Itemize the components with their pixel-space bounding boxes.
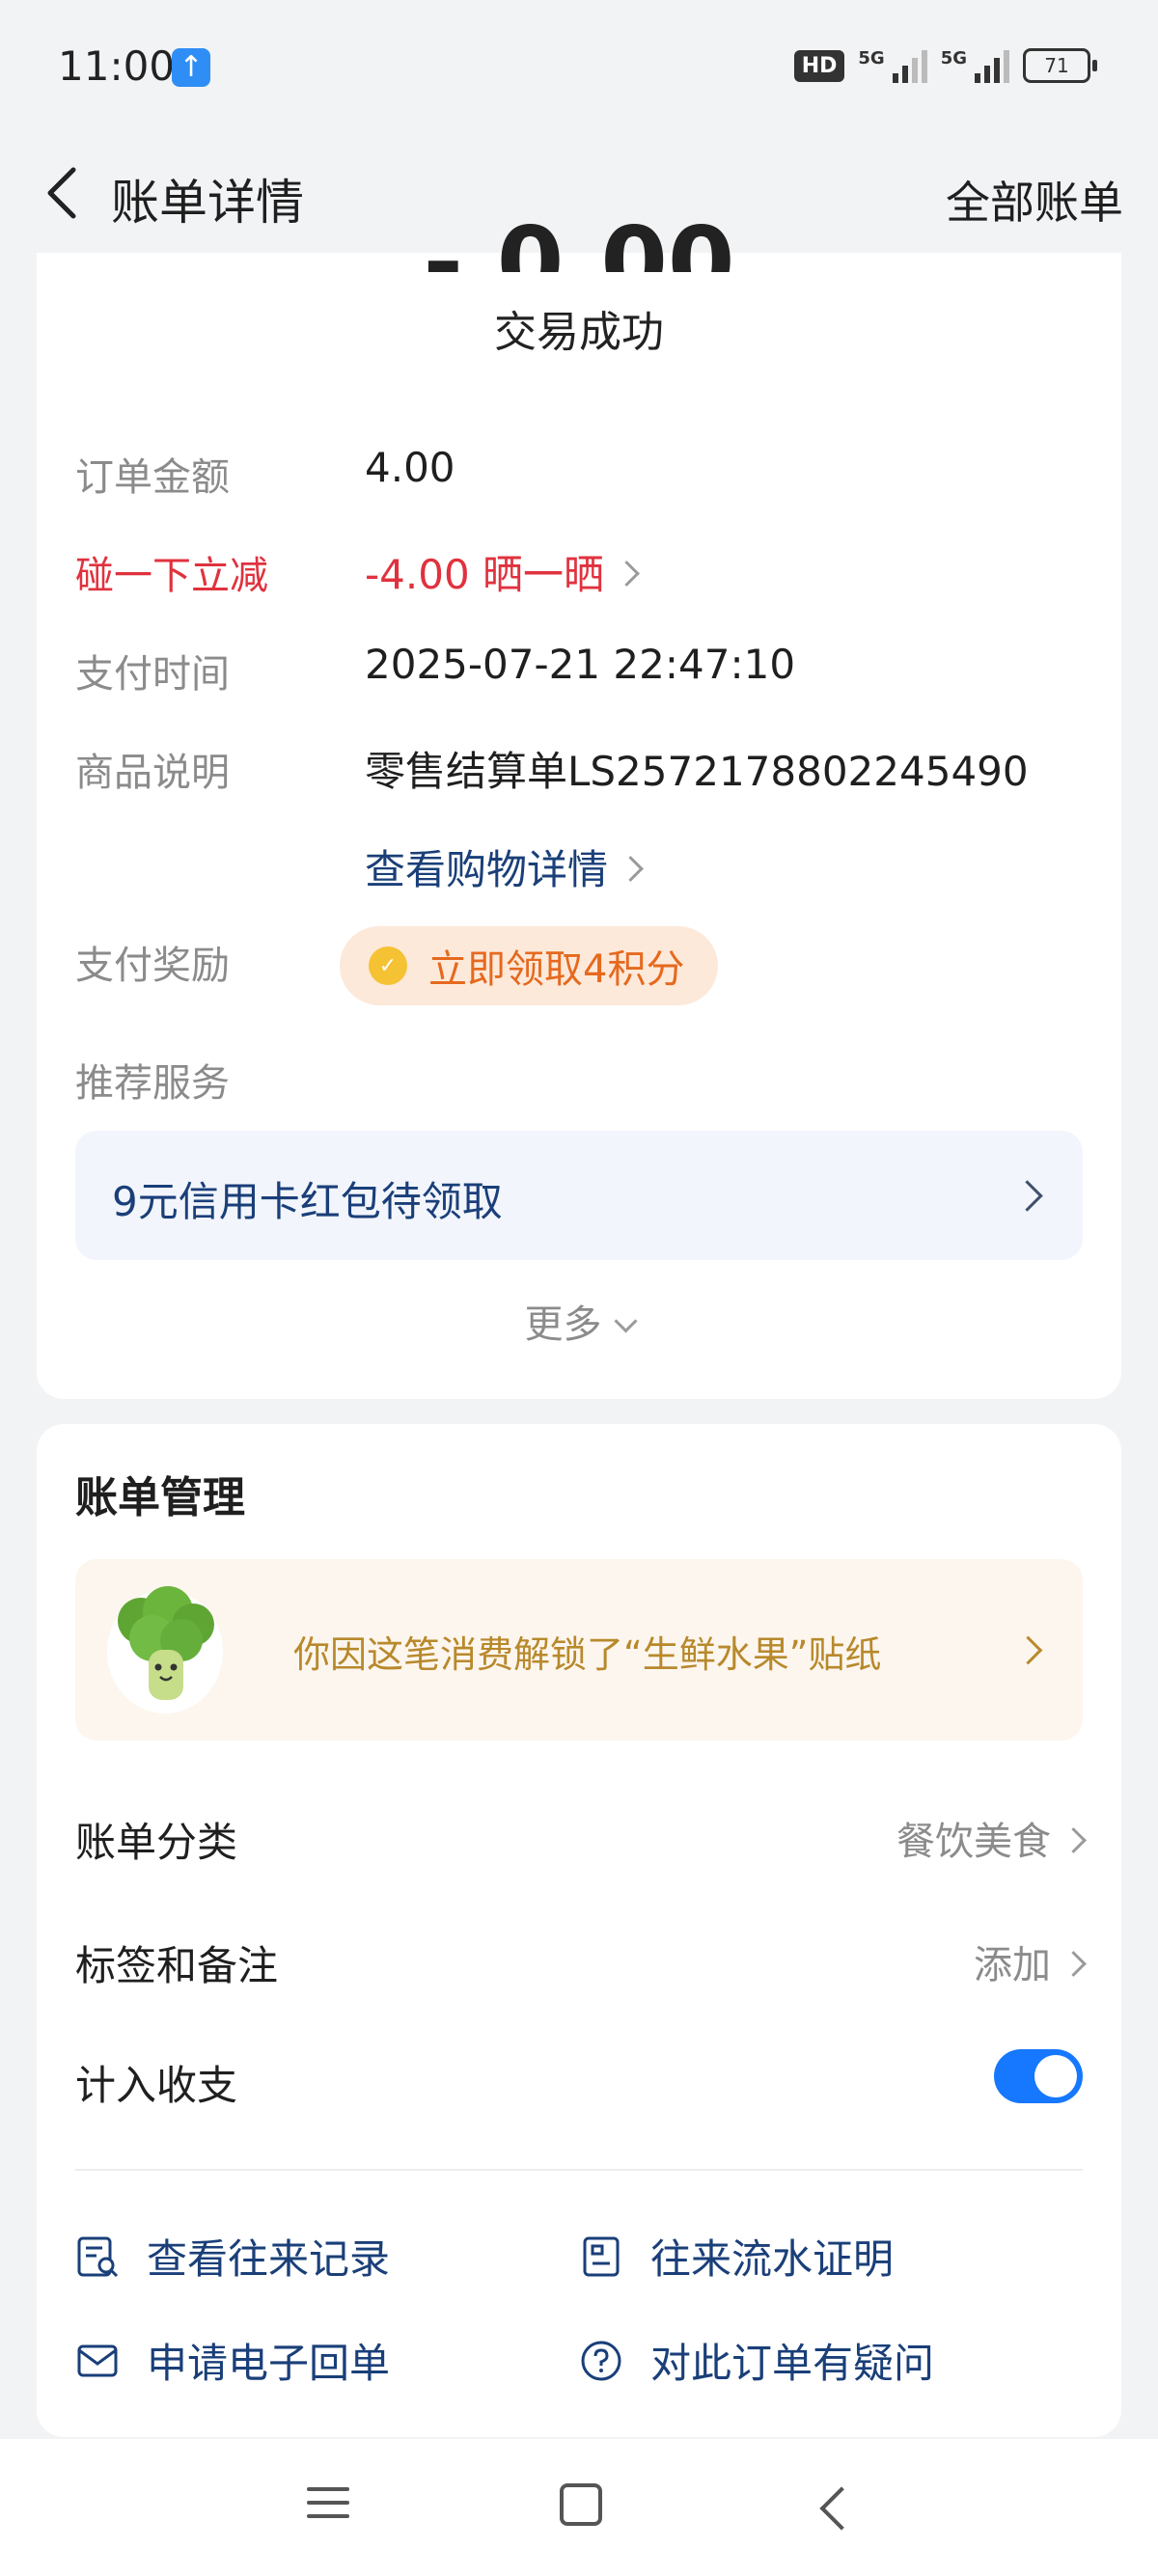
order-amount-label: 订单金额 bbox=[75, 455, 230, 500]
order-question-button[interactable]: 对此订单有疑问 bbox=[579, 2331, 934, 2390]
chevron-right-icon bbox=[618, 856, 644, 882]
discount-label: 碰一下立减 bbox=[75, 554, 268, 598]
discount-value: -4.00 晒一晒 bbox=[365, 551, 605, 598]
order-question-label: 对此订单有疑问 bbox=[650, 2340, 935, 2387]
tags-notes-value: 添加 bbox=[974, 1943, 1051, 1987]
sticker-message: 你因这笔消费解锁了“生鲜水果”贴纸 bbox=[293, 1633, 882, 1676]
chevron-right-icon bbox=[1013, 1635, 1043, 1665]
shopping-detail-label: 查看购物详情 bbox=[365, 846, 609, 893]
status-bar: 11:00 ↑ HD 5G 5G 71 bbox=[0, 0, 1158, 135]
statement-proof-label: 往来流水证明 bbox=[650, 2235, 895, 2283]
chevron-right-icon bbox=[1061, 1826, 1087, 1853]
broccoli-sticker-icon bbox=[107, 1586, 223, 1713]
view-history-label: 查看往来记录 bbox=[147, 2235, 391, 2283]
chevron-left-icon bbox=[47, 167, 76, 219]
reward-label: 支付奖励 bbox=[75, 944, 230, 988]
count-in-label: 计入收支 bbox=[75, 2062, 238, 2109]
sticker-banner[interactable]: 你因这笔消费解锁了“生鲜水果”贴纸 bbox=[75, 1559, 1083, 1740]
menu-icon[interactable] bbox=[307, 2487, 349, 2528]
shopping-detail-link[interactable]: 查看购物详情 bbox=[365, 837, 644, 896]
tags-notes-value-wrap: 添加 bbox=[974, 1933, 1087, 1989]
status-indicators: HD 5G 5G 71 bbox=[793, 48, 1097, 83]
bill-management-card: 账单管理 你因这笔消费解锁了“生鲜水果”贴纸 账单分类 餐饮美食 标签和备注 添… bbox=[37, 1424, 1121, 2437]
recommend-label: 推荐服务 bbox=[75, 1061, 230, 1106]
battery-icon: 71 bbox=[1023, 48, 1097, 83]
tags-notes-label: 标签和备注 bbox=[75, 1942, 279, 1989]
chevron-down-icon bbox=[613, 1309, 638, 1333]
divider bbox=[75, 2169, 1083, 2171]
pay-time-value: 2025-07-21 22:47:10 bbox=[365, 641, 796, 688]
home-icon[interactable] bbox=[560, 2483, 602, 2526]
e-receipt-button[interactable]: 申请电子回单 bbox=[75, 2331, 390, 2390]
record-search-icon bbox=[77, 2236, 119, 2277]
network-type-label: 5G bbox=[858, 48, 885, 69]
transaction-card: - 0.00 交易成功 订单金额 4.00 碰一下立减 -4.00 晒一晒 支付… bbox=[37, 224, 1121, 1399]
back-button[interactable] bbox=[35, 162, 96, 224]
claim-points-label: 立即领取4积分 bbox=[428, 947, 685, 992]
recommend-service-item[interactable]: 9元信用卡红包待领取 bbox=[75, 1131, 1083, 1260]
statement-proof-button[interactable]: 往来流水证明 bbox=[579, 2227, 894, 2286]
bill-category-value: 餐饮美食 bbox=[896, 1820, 1051, 1864]
toggle-knob bbox=[1034, 2055, 1077, 2097]
upload-arrow-icon: ↑ bbox=[172, 48, 210, 87]
coin-icon: ✓ bbox=[369, 946, 407, 985]
bill-category-value-wrap: 餐饮美食 bbox=[896, 1810, 1087, 1866]
status-time: 11:00 bbox=[58, 42, 176, 90]
section-title: 账单管理 bbox=[75, 1473, 245, 1522]
bill-category-label: 账单分类 bbox=[75, 1819, 238, 1866]
all-bills-link[interactable]: 全部账单 bbox=[946, 168, 1123, 232]
chevron-right-icon bbox=[614, 561, 640, 587]
product-value: 零售结算单LS2572178802245490 bbox=[365, 748, 1029, 795]
system-nav-bar bbox=[0, 2439, 1158, 2576]
network-type-label-2: 5G bbox=[940, 48, 967, 69]
product-label: 商品说明 bbox=[75, 751, 230, 795]
amount-partial: - 0.00 bbox=[37, 224, 1121, 272]
chevron-right-icon bbox=[1061, 1950, 1087, 1977]
discount-share-link[interactable]: -4.00 晒一晒 bbox=[365, 542, 640, 601]
view-history-button[interactable]: 查看往来记录 bbox=[75, 2227, 390, 2286]
document-icon bbox=[583, 2236, 620, 2276]
chevron-right-icon bbox=[1011, 1180, 1043, 1212]
e-receipt-label: 申请电子回单 bbox=[147, 2340, 391, 2387]
question-circle-icon bbox=[581, 2341, 621, 2380]
claim-points-button[interactable]: ✓ 立即领取4积分 bbox=[340, 926, 718, 1005]
hd-voice-icon: HD bbox=[793, 49, 845, 82]
order-amount-value: 4.00 bbox=[365, 444, 455, 491]
pay-time-label: 支付时间 bbox=[75, 652, 230, 697]
envelope-icon bbox=[77, 2344, 118, 2376]
back-icon[interactable] bbox=[819, 2486, 864, 2531]
signal-icon bbox=[892, 48, 927, 83]
more-label: 更多 bbox=[524, 1302, 602, 1347]
signal-icon-2 bbox=[975, 48, 1009, 83]
recommend-service-label: 9元信用卡红包待领取 bbox=[112, 1178, 503, 1225]
count-in-toggle[interactable] bbox=[994, 2049, 1083, 2103]
transaction-status: 交易成功 bbox=[494, 308, 664, 357]
more-button[interactable]: 更多 bbox=[37, 1293, 1121, 1349]
